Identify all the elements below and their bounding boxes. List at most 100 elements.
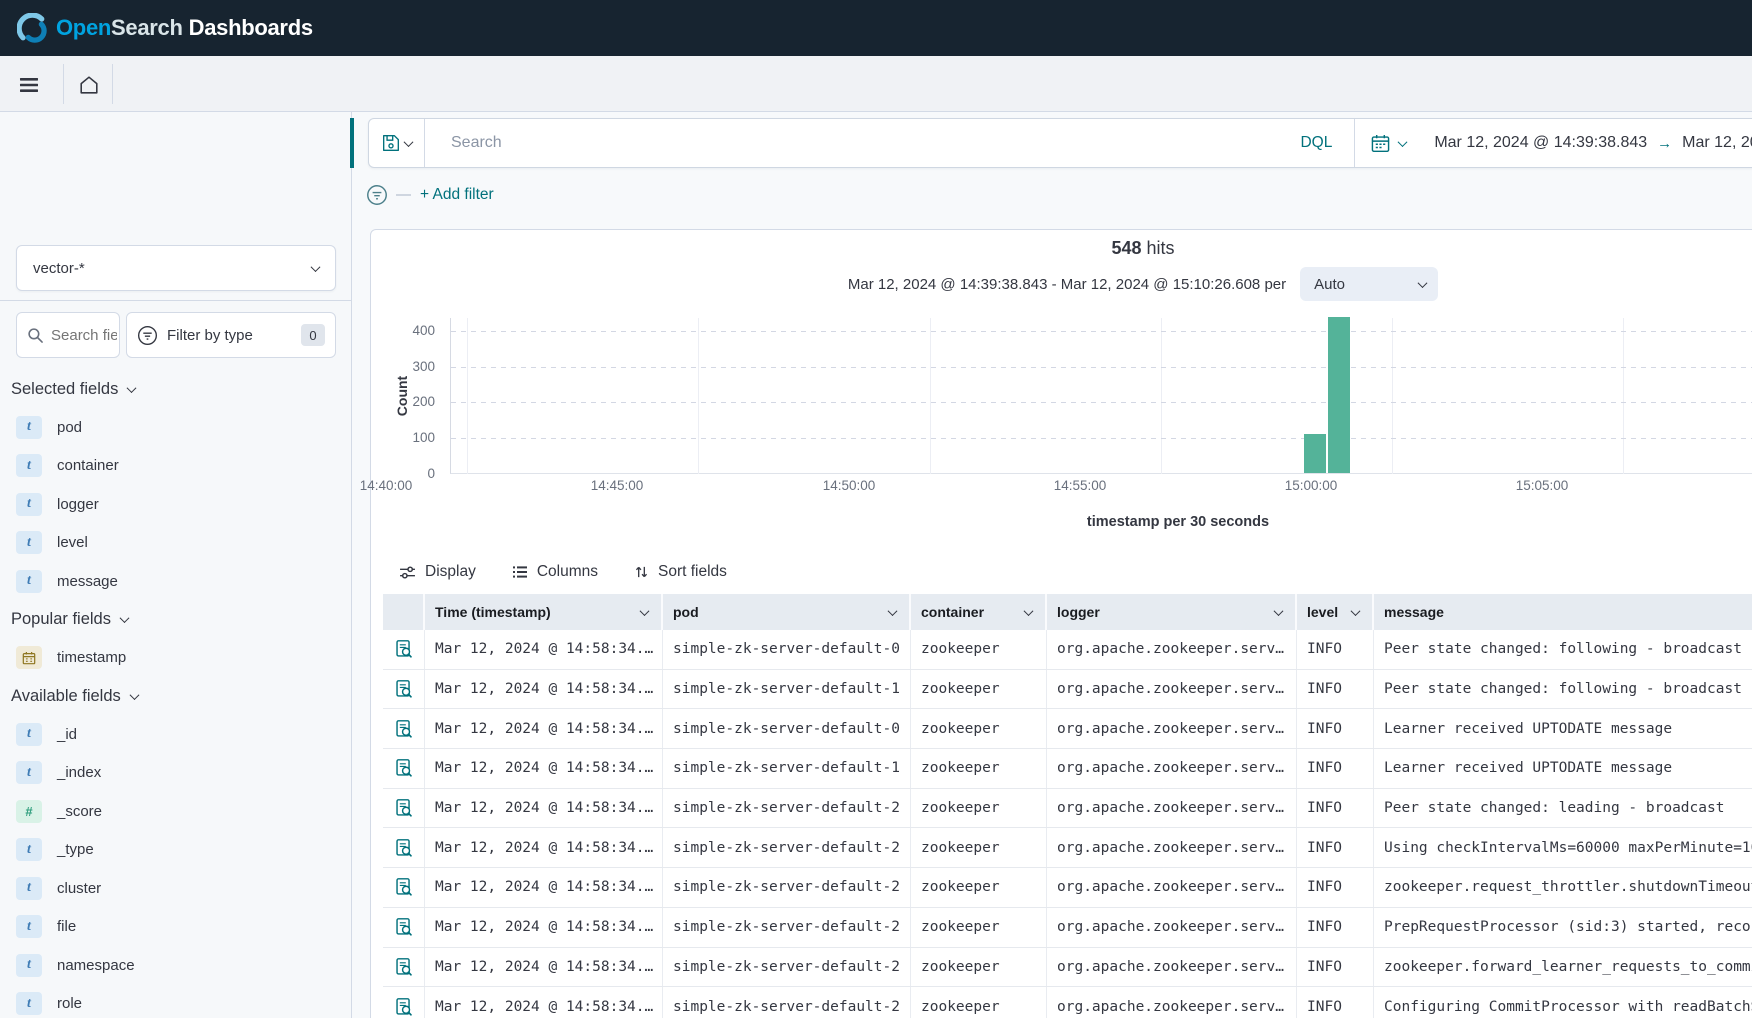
x-tick: 15:05:00 bbox=[1499, 478, 1585, 493]
expand-document-button[interactable] bbox=[396, 680, 412, 698]
query-language-button[interactable]: DQL bbox=[1290, 134, 1354, 152]
interval-select[interactable]: Auto bbox=[1300, 267, 1438, 301]
field-item-level[interactable]: tlevel bbox=[0, 524, 351, 563]
field-type-badge: t bbox=[16, 454, 42, 477]
table-row[interactable]: Mar 12, 2024 @ 14:58:34.… simple-zk-serv… bbox=[383, 908, 1752, 948]
cell-logger: org.apache.zookeeper.serv… bbox=[1047, 670, 1297, 709]
cell-container: zookeeper bbox=[911, 948, 1047, 987]
field-item-file[interactable]: tfile bbox=[0, 908, 351, 947]
search-input[interactable] bbox=[425, 119, 1290, 167]
index-pattern-select[interactable]: vector-* bbox=[16, 245, 336, 291]
field-item-container[interactable]: tcontainer bbox=[0, 447, 351, 486]
table-row[interactable]: Mar 12, 2024 @ 14:58:34.… simple-zk-serv… bbox=[383, 789, 1752, 829]
table-row[interactable]: Mar 12, 2024 @ 14:58:34.… simple-zk-serv… bbox=[383, 670, 1752, 710]
home-icon bbox=[78, 74, 100, 96]
expand-document-button[interactable] bbox=[396, 958, 412, 976]
field-item-type[interactable]: t_type bbox=[0, 831, 351, 870]
field-type-badge: t bbox=[16, 531, 42, 554]
cell-pod: simple-zk-server-default-2 bbox=[663, 987, 911, 1018]
cell-time: Mar 12, 2024 @ 14:58:34.… bbox=[425, 948, 663, 987]
plot-area bbox=[450, 318, 1752, 474]
list-icon bbox=[512, 564, 528, 580]
cell-logger: org.apache.zookeeper.serv… bbox=[1047, 789, 1297, 828]
field-item-id[interactable]: t_id bbox=[0, 715, 351, 754]
histogram-bar[interactable] bbox=[1304, 434, 1326, 473]
header-pod-column[interactable]: pod bbox=[663, 594, 911, 630]
cell-logger: org.apache.zookeeper.serv… bbox=[1047, 987, 1297, 1018]
expand-document-button[interactable] bbox=[396, 839, 412, 857]
histogram-bar[interactable] bbox=[1328, 317, 1350, 473]
table-row[interactable]: Mar 12, 2024 @ 14:58:34.… simple-zk-serv… bbox=[383, 709, 1752, 749]
add-filter-button[interactable]: + Add filter bbox=[420, 186, 494, 204]
cell-pod: simple-zk-server-default-2 bbox=[663, 789, 911, 828]
display-button[interactable]: Display bbox=[399, 563, 476, 581]
sidebar-resize-handle[interactable] bbox=[350, 118, 354, 168]
home-button[interactable] bbox=[76, 72, 102, 98]
x-axis-label: timestamp per 30 seconds bbox=[450, 514, 1752, 530]
table-row[interactable]: Mar 12, 2024 @ 14:58:34.… simple-zk-serv… bbox=[383, 630, 1752, 670]
cell-logger: org.apache.zookeeper.serv… bbox=[1047, 868, 1297, 907]
header-message-column[interactable]: message bbox=[1374, 594, 1752, 630]
columns-button[interactable]: Columns bbox=[512, 563, 598, 581]
cell-level: INFO bbox=[1297, 709, 1374, 748]
field-item-score[interactable]: #_score bbox=[0, 792, 351, 831]
field-item-role[interactable]: trole bbox=[0, 985, 351, 1018]
date-range-picker[interactable]: Mar 12, 2024 @ 14:39:38.843 → Mar 12, 20… bbox=[1422, 134, 1752, 152]
search-icon bbox=[27, 327, 44, 344]
field-item-message[interactable]: tmessage bbox=[0, 562, 351, 601]
saved-query-menu-button[interactable] bbox=[369, 119, 425, 167]
field-item-logger[interactable]: tlogger bbox=[0, 485, 351, 524]
expand-document-button[interactable] bbox=[396, 720, 412, 738]
header-level-column[interactable]: level bbox=[1297, 594, 1374, 630]
table-row[interactable]: Mar 12, 2024 @ 14:58:34.… simple-zk-serv… bbox=[383, 828, 1752, 868]
cell-level: INFO bbox=[1297, 908, 1374, 947]
gridline bbox=[1161, 318, 1162, 474]
field-item-pod[interactable]: tpod bbox=[0, 408, 351, 447]
header-time-column[interactable]: Time (timestamp) bbox=[425, 594, 663, 630]
expand-document-button[interactable] bbox=[396, 918, 412, 936]
expand-document-button[interactable] bbox=[396, 998, 412, 1016]
field-search-input[interactable] bbox=[51, 327, 117, 344]
table-header-row: Time (timestamp) pod container logger le… bbox=[383, 594, 1752, 630]
field-item-index[interactable]: t_index bbox=[0, 754, 351, 793]
field-item-timestamp[interactable]: timestamp bbox=[0, 639, 351, 678]
header-container-column[interactable]: container bbox=[911, 594, 1047, 630]
date-range-start[interactable]: Mar 12, 2024 @ 14:39:38.843 bbox=[1434, 134, 1647, 152]
date-picker-quick-menu-button[interactable] bbox=[1355, 119, 1422, 167]
cell-level: INFO bbox=[1297, 630, 1374, 669]
expand-document-button[interactable] bbox=[396, 799, 412, 817]
cell-pod: simple-zk-server-default-2 bbox=[663, 908, 911, 947]
x-tick: 15:00:00 bbox=[1268, 478, 1354, 493]
table-row[interactable]: Mar 12, 2024 @ 14:58:34.… simple-zk-serv… bbox=[383, 948, 1752, 988]
expand-document-button[interactable] bbox=[396, 878, 412, 896]
cell-level: INFO bbox=[1297, 789, 1374, 828]
filter-count-badge: 0 bbox=[301, 324, 325, 346]
sort-icon bbox=[634, 564, 649, 580]
popular-fields-heading[interactable]: Popular fields bbox=[0, 601, 351, 639]
expand-document-button[interactable] bbox=[396, 640, 412, 658]
chevron-down-icon bbox=[640, 606, 650, 616]
gridline bbox=[467, 318, 468, 474]
field-type-badge: t bbox=[16, 954, 42, 977]
field-type-badge: t bbox=[16, 761, 42, 784]
gridline bbox=[451, 438, 1752, 439]
filter-by-type-button[interactable]: Filter by type 0 bbox=[126, 312, 336, 358]
field-item-namespace[interactable]: tnamespace bbox=[0, 946, 351, 985]
inspect-document-icon bbox=[396, 640, 412, 658]
selected-fields-heading[interactable]: Selected fields bbox=[0, 370, 351, 408]
field-item-cluster[interactable]: tcluster bbox=[0, 869, 351, 908]
cell-message: zookeeper.request_throttler.shutdownTime… bbox=[1374, 868, 1752, 907]
table-row[interactable]: Mar 12, 2024 @ 14:58:34.… simple-zk-serv… bbox=[383, 987, 1752, 1018]
date-range-end[interactable]: Mar 12, 2024 @ 15:10:26.608 bbox=[1682, 134, 1752, 152]
menu-toggle-button[interactable] bbox=[16, 72, 42, 98]
cell-pod: simple-zk-server-default-0 bbox=[663, 709, 911, 748]
header-logger-column[interactable]: logger bbox=[1047, 594, 1297, 630]
expand-document-button[interactable] bbox=[396, 759, 412, 777]
sort-fields-button[interactable]: Sort fields bbox=[634, 563, 727, 581]
cell-container: zookeeper bbox=[911, 908, 1047, 947]
filter-menu-icon[interactable] bbox=[366, 184, 388, 206]
table-row[interactable]: Mar 12, 2024 @ 14:58:34.… simple-zk-serv… bbox=[383, 868, 1752, 908]
table-row[interactable]: Mar 12, 2024 @ 14:58:34.… simple-zk-serv… bbox=[383, 749, 1752, 789]
available-fields-heading[interactable]: Available fields bbox=[0, 677, 351, 715]
field-type-badge: t bbox=[16, 877, 42, 900]
